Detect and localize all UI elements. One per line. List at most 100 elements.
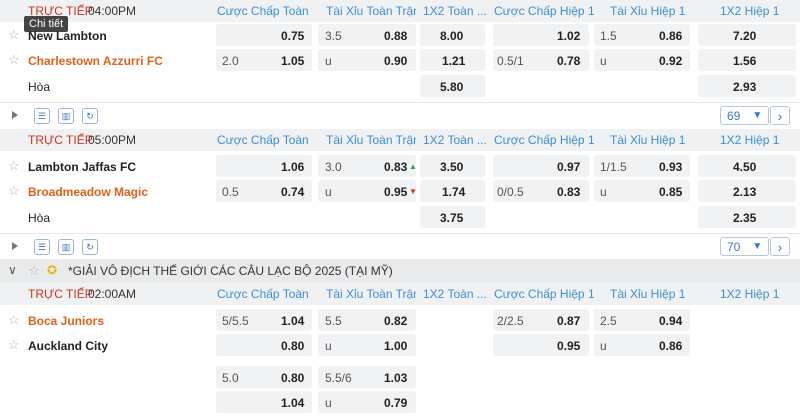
col-ou-full[interactable]: Tài Xỉu Toàn Trận (326, 4, 416, 18)
chevron-right-icon[interactable]: › (770, 106, 790, 125)
away-team[interactable]: Auckland City (28, 339, 108, 353)
star-icon[interactable]: ☆ (28, 263, 40, 279)
odds-value: 0.78 (557, 54, 581, 68)
odds-value: 0.83 (557, 185, 581, 199)
odds-value: 1.02 (557, 29, 581, 43)
col-1x2-h1[interactable]: 1X2 Hiệp 1 (720, 287, 795, 301)
odds-value: 0.92 (659, 54, 683, 68)
odds-value: 1.03 (384, 371, 408, 385)
play-icon[interactable] (12, 111, 18, 119)
chevron-down-icon[interactable]: ∨ (8, 263, 17, 277)
odds-value: 0.75 (281, 29, 305, 43)
odds-value: 4.50 (733, 160, 757, 174)
match-toolbar: ☰ ▥ ↻ 70 ▼ › (0, 233, 800, 259)
line-value: 2.5 (600, 314, 617, 328)
home-team[interactable]: Boca Juniors (28, 314, 104, 328)
odds-value: 1.00 (384, 339, 408, 353)
line-value: u (600, 185, 607, 199)
away-team[interactable]: Broadmeadow Magic (28, 185, 148, 199)
more-markets-count: 69 (727, 108, 741, 123)
stats-list-icon[interactable]: ☰ (34, 239, 50, 255)
odds-value: 3.50 (440, 160, 464, 174)
col-handicap-h1[interactable]: Cược Chấp Hiệp 1 (494, 4, 594, 18)
home-team[interactable]: New Lambton (28, 29, 107, 43)
odds-value: 7.20 (733, 29, 757, 43)
star-icon[interactable]: ☆ (8, 337, 20, 353)
star-icon[interactable]: ☆ (8, 312, 20, 328)
odds-value: 0.97 (557, 160, 581, 174)
match-time: 05:00PM (88, 133, 137, 147)
live-label: TRỰC TIẾP (28, 133, 93, 147)
odds-value: 1.21 (442, 54, 466, 68)
col-1x2-full[interactable]: 1X2 Toàn ... (423, 287, 493, 301)
odds-value: 0.95 (384, 185, 408, 199)
odds-up-icon: ▲ (409, 162, 417, 171)
odds-value: 0.80 (281, 371, 305, 385)
odds-value: 1.05 (281, 54, 305, 68)
live-label: TRỰC TIẾP (28, 287, 93, 301)
odds-value: 0.90 (384, 54, 408, 68)
star-icon[interactable]: ☆ (8, 183, 20, 199)
col-handicap-h1[interactable]: Cược Chấp Hiệp 1 (494, 133, 594, 147)
col-handicap-full[interactable]: Cược Chấp Toàn ... (217, 287, 313, 301)
chevron-right-icon[interactable]: › (770, 237, 790, 256)
col-1x2-h1[interactable]: 1X2 Hiệp 1 (720, 133, 795, 147)
trophy-icon: ✪ (47, 263, 58, 277)
odds-value: 1.74 (442, 185, 466, 199)
odds-value: 1.56 (733, 54, 757, 68)
col-ou-h1[interactable]: Tài Xỉu Hiệp 1 (610, 133, 690, 147)
refresh-icon[interactable]: ↻ (82, 239, 98, 255)
line-value: u (325, 185, 332, 199)
chart-icon[interactable]: ▥ (58, 108, 74, 124)
line-value: 3.5 (325, 29, 342, 43)
col-handicap-full[interactable]: Cược Chấp Toàn ... (217, 133, 313, 147)
match-header: TRỰC TIẾP 04:00PM Cược Chấp Toàn ... Tài… (0, 0, 800, 22)
play-icon[interactable] (12, 242, 18, 250)
more-markets-select[interactable]: 69 ▼ (720, 106, 770, 125)
col-ou-full[interactable]: Tài Xỉu Toàn Trận (326, 133, 416, 147)
col-handicap-full[interactable]: Cược Chấp Toàn ... (217, 4, 313, 18)
chevron-down-icon: ▼ (752, 241, 763, 252)
odds-value: 0.94 (659, 314, 683, 328)
match-header: TRỰC TIẾP 02:00AM Cược Chấp Toàn ... Tài… (0, 283, 800, 305)
odds-value: 0.93 (659, 160, 683, 174)
league-title: *GIẢI VÔ ĐỊCH THẾ GIỚI CÁC CÂU LẠC BỘ 20… (68, 264, 393, 278)
draw-label: Hòa (28, 211, 51, 225)
odds-value: 3.75 (440, 211, 464, 225)
chart-icon[interactable]: ▥ (58, 239, 74, 255)
line-value: 1.5 (600, 29, 617, 43)
line-value: 1/1.5 (600, 160, 627, 174)
odds-value: 0.74 (281, 185, 305, 199)
stats-list-icon[interactable]: ☰ (34, 108, 50, 124)
star-icon[interactable]: ☆ (8, 158, 20, 174)
odds-value: 0.95 (557, 339, 581, 353)
col-ou-h1[interactable]: Tài Xỉu Hiệp 1 (610, 4, 690, 18)
match-time: 04:00PM (88, 4, 137, 18)
line-value: 3.0 (325, 160, 342, 174)
line-value: u (325, 396, 332, 410)
odds-value: 0.80 (281, 339, 305, 353)
col-ou-full[interactable]: Tài Xỉu Toàn Trận (326, 287, 416, 301)
draw-label: Hòa (28, 80, 51, 94)
more-markets-select[interactable]: 70 ▼ (720, 237, 770, 256)
line-value: u (600, 339, 607, 353)
odds-value: 2.35 (733, 211, 757, 225)
refresh-icon[interactable]: ↻ (82, 108, 98, 124)
col-handicap-h1[interactable]: Cược Chấp Hiệp 1 (494, 287, 594, 301)
star-icon[interactable]: ☆ (8, 52, 20, 68)
line-value: 0.5/1 (497, 54, 524, 68)
odds-value: 2.93 (733, 80, 757, 94)
col-1x2-h1[interactable]: 1X2 Hiệp 1 (720, 4, 795, 18)
col-1x2-full[interactable]: 1X2 Toàn ... (423, 4, 493, 18)
odds-value: 0.85 (659, 185, 683, 199)
odds-value: 1.06 (281, 160, 305, 174)
col-ou-h1[interactable]: Tài Xỉu Hiệp 1 (610, 287, 690, 301)
star-icon[interactable]: ☆ (8, 27, 20, 43)
line-value: 0.5 (222, 185, 239, 199)
league-header[interactable]: ∨ ☆ ✪ *GIẢI VÔ ĐỊCH THẾ GIỚI CÁC CÂU LẠC… (0, 259, 800, 283)
odds-value: 5.80 (440, 80, 464, 94)
home-team[interactable]: Lambton Jaffas FC (28, 160, 136, 174)
away-team[interactable]: Charlestown Azzurri FC (28, 54, 163, 68)
col-1x2-full[interactable]: 1X2 Toàn ... (423, 133, 493, 147)
line-value: u (600, 54, 607, 68)
